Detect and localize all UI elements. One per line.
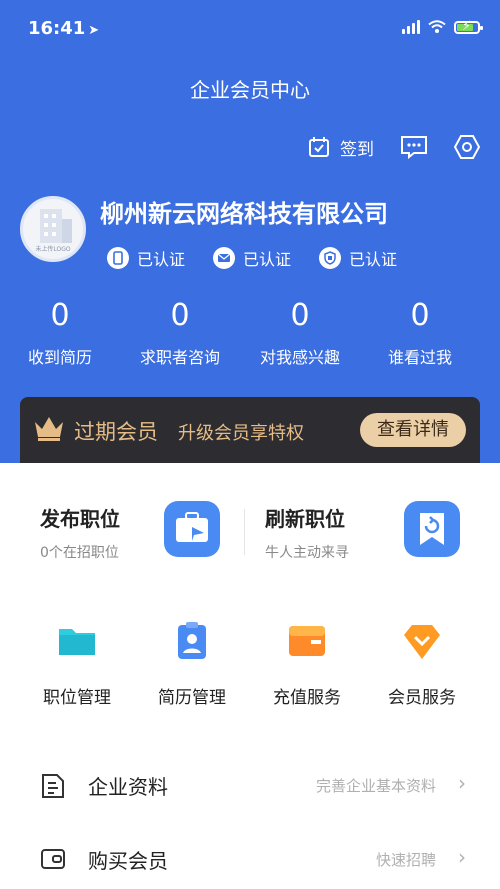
refresh-bookmark-icon[interactable] bbox=[404, 501, 460, 557]
buy-membership-hint: 快速招聘 bbox=[375, 851, 436, 869]
grid-recharge-service[interactable]: 充值服务 bbox=[252, 621, 362, 708]
grid-job-management[interactable]: 职位管理 bbox=[22, 621, 132, 708]
phone-verification: 已认证 bbox=[107, 246, 185, 270]
stat-inquiries[interactable]: 0 求职者咨询 bbox=[120, 298, 240, 368]
wallet-icon bbox=[289, 626, 325, 656]
refresh-job-subtitle: 牛人主动来寻 bbox=[265, 545, 349, 561]
publish-job-action[interactable]: 发布职位 0个在招职位 bbox=[40, 503, 120, 562]
settings-icon[interactable] bbox=[454, 134, 480, 160]
message-icon[interactable] bbox=[400, 135, 428, 159]
stats-row: 0 收到简历 0 求职者咨询 0 对我感兴趣 0 谁看过我 bbox=[0, 298, 500, 368]
grid-recharge-service-label: 充值服务 bbox=[273, 688, 341, 708]
buy-membership-label: 购买会员 bbox=[88, 849, 168, 873]
company-profile-label: 企业资料 bbox=[88, 775, 168, 799]
company-name: 柳州新云网络科技有限公司 bbox=[100, 200, 388, 228]
stat-viewers[interactable]: 0 谁看过我 bbox=[360, 298, 480, 368]
vip-banner: 过期会员 升级会员享特权 查看详情 bbox=[20, 397, 480, 463]
grid-member-service-label: 会员服务 bbox=[388, 688, 456, 708]
grid-job-management-label: 职位管理 bbox=[43, 688, 111, 708]
license-verified-label: 已认证 bbox=[349, 250, 398, 269]
email-verified-label: 已认证 bbox=[243, 250, 292, 269]
location-arrow-icon: ➤ bbox=[88, 23, 100, 38]
list-item-company-profile[interactable]: 企业资料 完善企业基本资料 › bbox=[0, 755, 500, 815]
stat-interested[interactable]: 0 对我感兴趣 bbox=[240, 298, 360, 368]
grid-resume-management-label: 简历管理 bbox=[158, 688, 226, 708]
company-logo-avatar[interactable]: 未上传LOGO bbox=[20, 196, 86, 262]
grid-member-service[interactable]: 会员服务 bbox=[367, 621, 477, 708]
wifi-icon bbox=[428, 20, 446, 33]
verification-badges: 已认证 已认证 已认证 bbox=[107, 246, 397, 270]
id-card-icon bbox=[319, 247, 342, 269]
refresh-job-title: 刷新职位 bbox=[265, 507, 345, 531]
checkin-button[interactable]: 签到 bbox=[308, 135, 374, 160]
publish-job-subtitle: 0个在招职位 bbox=[40, 545, 119, 561]
view-details-button[interactable]: 查看详情 bbox=[360, 413, 466, 447]
vip-diamond-icon bbox=[404, 625, 440, 659]
grid-resume-management[interactable]: 简历管理 bbox=[137, 621, 247, 708]
status-bar: 16:41 ➤ ⚡ bbox=[28, 14, 483, 44]
calendar-check-icon bbox=[309, 137, 329, 157]
list-item-buy-membership[interactable]: 购买会员 快速招聘 › bbox=[0, 829, 500, 889]
folder-icon bbox=[59, 629, 95, 655]
document-icon bbox=[42, 774, 64, 798]
email-verification: 已认证 bbox=[213, 246, 291, 270]
chevron-right-icon: › bbox=[458, 845, 466, 869]
stat-resumes[interactable]: 0 收到简历 bbox=[0, 298, 120, 368]
battery-icon: ⚡ bbox=[454, 19, 483, 34]
vip-status: 过期会员 bbox=[74, 420, 158, 444]
crown-icon bbox=[35, 417, 63, 441]
status-time: 16:41 bbox=[28, 18, 86, 39]
license-verification: 已认证 bbox=[319, 246, 397, 270]
action-divider bbox=[244, 509, 245, 555]
page-title: 企业会员中心 bbox=[190, 78, 310, 102]
main-card: 发布职位 0个在招职位 刷新职位 牛人主动来寻 职位管理 简历管理 充值服务 会… bbox=[0, 463, 500, 888]
checkin-label: 签到 bbox=[340, 139, 374, 160]
resume-icon bbox=[178, 622, 206, 659]
briefcase-icon[interactable] bbox=[164, 501, 220, 557]
avatar-caption: 未上传LOGO bbox=[35, 246, 71, 253]
chevron-right-icon: › bbox=[458, 771, 466, 795]
mail-icon bbox=[213, 247, 236, 269]
card-icon bbox=[41, 849, 65, 869]
publish-job-title: 发布职位 bbox=[40, 507, 120, 531]
vip-promo: 升级会员享特权 bbox=[178, 423, 304, 444]
company-profile-hint: 完善企业基本资料 bbox=[315, 777, 436, 795]
phone-icon bbox=[107, 247, 129, 269]
refresh-job-action[interactable]: 刷新职位 牛人主动来寻 bbox=[265, 503, 349, 562]
phone-verified-label: 已认证 bbox=[137, 250, 186, 269]
cellular-signal-icon bbox=[402, 20, 420, 34]
header-toolbar: 签到 bbox=[308, 134, 480, 160]
